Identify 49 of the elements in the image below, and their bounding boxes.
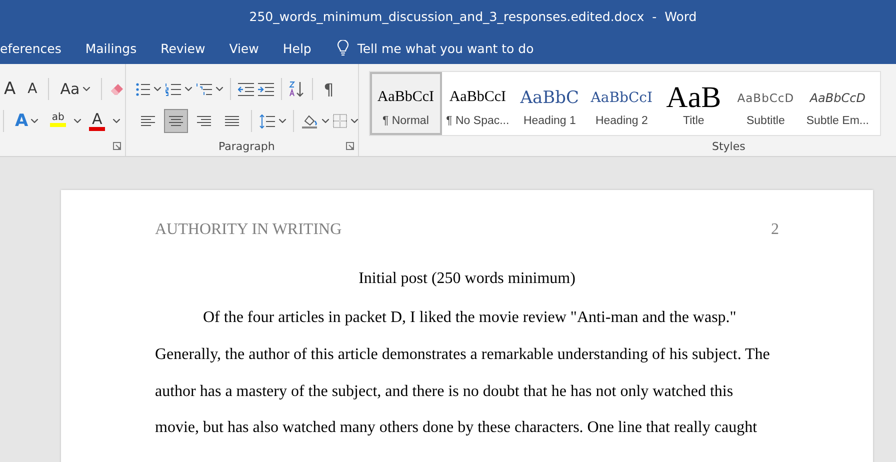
caret-icon[interactable]	[82, 87, 90, 91]
align-center-icon	[168, 116, 183, 126]
change-case-button[interactable]: Aa	[56, 77, 94, 101]
numbering-icon[interactable]	[164, 82, 181, 96]
bullets-icon[interactable]	[136, 82, 150, 96]
multilevel-list-icon[interactable]	[196, 82, 212, 96]
align-button[interactable]	[164, 109, 188, 133]
group-label: Paragraph	[218, 140, 275, 152]
sort-icon[interactable]	[288, 81, 305, 97]
eraser-icon[interactable]	[108, 81, 125, 97]
align-left-icon	[140, 116, 155, 126]
dialog-launcher-icon[interactable]	[346, 142, 354, 150]
tell-me-field[interactable]: Tell me what you want to do	[357, 41, 534, 56]
window-title: 250_words_minimum_discussion_and_3_responses.edited.docx - Word	[249, 9, 697, 24]
page-number: 2	[771, 220, 779, 240]
group-label: Styles	[712, 140, 746, 153]
align-right-icon	[196, 116, 211, 126]
font-color-button[interactable]: A	[85, 109, 110, 133]
ribbon-tab[interactable]: Review	[148, 33, 218, 64]
caret-icon[interactable]	[350, 119, 358, 123]
caret-icon[interactable]	[278, 119, 286, 123]
caret-icon[interactable]	[74, 119, 82, 123]
borders-icon[interactable]	[332, 114, 347, 128]
lightbulb-icon	[337, 40, 350, 57]
caret-icon[interactable]	[216, 87, 223, 91]
shrink-font-button[interactable]: A	[24, 77, 42, 101]
line-spacing-icon[interactable]	[258, 114, 275, 128]
highlight-button[interactable]: ab	[46, 109, 70, 133]
decrease-indent-icon[interactable]	[238, 82, 254, 96]
caret-icon[interactable]	[184, 87, 192, 91]
caret-icon[interactable]	[322, 119, 329, 123]
body-paragraph: Of the four articles in packet D, I liked the movie review "Anti-man and the wasp." Generally, the author of this article demonstrates a remarkable understanding of his subject. The author has a mastery of the subject, and there is no doubt that he has not only watched this movie, but has also watched many others done by these characters. One line that really caught	[155, 308, 771, 438]
ribbon-tab[interactable]: Help	[270, 33, 324, 64]
caret-icon[interactable]	[113, 119, 120, 123]
align-justify-icon	[224, 116, 239, 126]
ribbon-tab[interactable]: eferences	[0, 33, 74, 64]
grow-font-button[interactable]: A	[0, 77, 20, 101]
caret-icon[interactable]	[31, 119, 38, 123]
running-header: AUTHORITY IN WRITING	[155, 220, 342, 240]
document-heading: Initial post (250 words minimum)	[358, 269, 576, 289]
caret-icon[interactable]	[154, 87, 161, 91]
paint-bucket-icon[interactable]	[300, 113, 318, 129]
text-effects-button[interactable]: A	[11, 109, 42, 133]
dialog-launcher-icon[interactable]	[112, 142, 121, 150]
increase-indent-icon[interactable]	[258, 82, 274, 96]
style-item[interactable]: AaBbCcI ¶ Normal	[370, 72, 442, 136]
show-formatting-button[interactable]: ¶	[320, 77, 338, 101]
ribbon-tab[interactable]: Mailings	[73, 33, 149, 64]
ribbon-tab[interactable]: View	[217, 33, 271, 64]
